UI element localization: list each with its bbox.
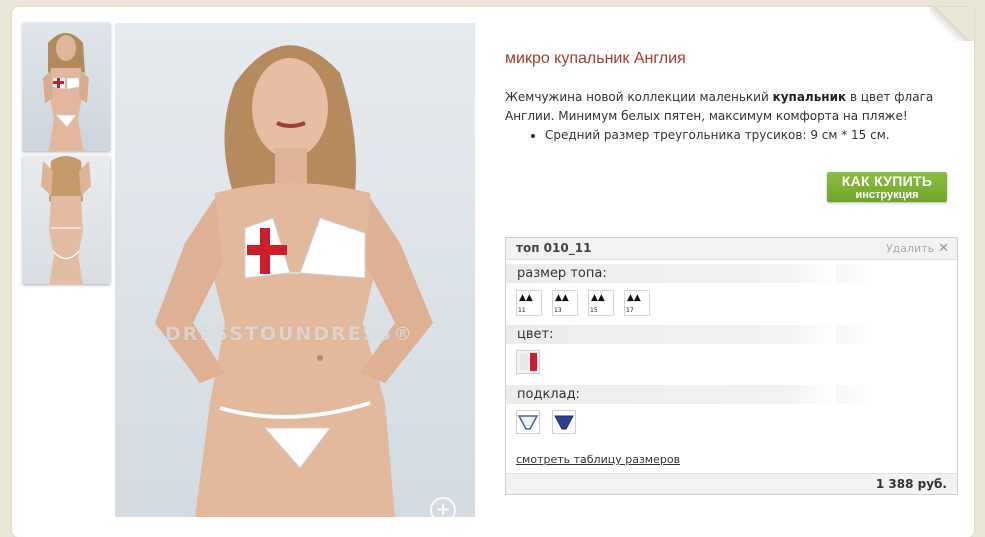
bra-triangle-icon: ▲▲ [519,293,533,303]
description-bold-word: купальник [772,90,847,104]
lining-section-label: подклад: [506,385,876,404]
product-options-panel: топ 010_11 Удалить ✕ размер топа: ▲▲ 11 ▲… [505,237,958,495]
description-bullet: Средний размер треугольника трусиков: 9 … [545,126,950,145]
thumbnail-front[interactable] [23,23,110,151]
bra-triangle-icon: ▲▲ [591,293,605,303]
how-to-buy-button[interactable]: КАК КУПИТЬ инструкция [827,172,947,202]
thumbnail-back-image [41,156,91,284]
how-to-buy-sublabel: инструкция [855,189,919,201]
zoom-plus-icon[interactable]: + [430,497,456,517]
how-to-buy-label: КАК КУПИТЬ [841,173,933,189]
options-header: топ 010_11 Удалить ✕ [506,238,957,260]
remove-label: Удалить [885,242,935,255]
lining-swatch-image [517,411,539,433]
main-product-photo[interactable]: DRESSTOUNDRESS® + [115,23,475,517]
thumbnail-back[interactable] [23,156,110,284]
lining-swatch-blue[interactable] [552,410,576,434]
size-number: 11 [518,307,526,314]
size-option-13[interactable]: ▲▲ 13 [552,290,578,316]
size-section-label: размер топа: [506,264,876,283]
color-swatch-image [517,351,539,373]
color-section-label: цвет: [506,325,876,344]
page-corner-fold [930,7,974,41]
lining-swatch-image [553,411,575,433]
size-option-11[interactable]: ▲▲ 11 [516,290,542,316]
size-option-17[interactable]: ▲▲ 17 [624,290,650,316]
photo-watermark: DRESSTOUNDRESS® [165,323,415,345]
product-title: микро купальник Англия [505,50,686,67]
size-option-15[interactable]: ▲▲ 15 [588,290,614,316]
price-bar: 1 388 руб. [506,473,957,494]
model-illustration [155,45,433,517]
close-icon: ✕ [938,241,949,256]
thumbnail-front-image [43,33,89,151]
size-table-link[interactable]: смотреть таблицу размеров [516,453,680,466]
product-description: Жемчужина новой коллекции маленький купа… [505,88,950,145]
lining-swatch-white[interactable] [516,410,540,434]
bra-triangle-icon: ▲▲ [555,293,569,303]
option-product-name: топ 010_11 [516,241,592,255]
remove-button[interactable]: Удалить ✕ [886,241,949,256]
price: 1 388 руб. [875,477,947,491]
description-text-pre: Жемчужина новой коллекции маленький [505,90,773,104]
size-number: 13 [554,307,562,314]
color-swatch-white-red[interactable] [516,350,540,374]
size-number: 15 [590,307,598,314]
size-number: 17 [626,307,634,314]
bra-triangle-icon: ▲▲ [627,293,641,303]
description-bullets: Средний размер треугольника трусиков: 9 … [505,126,950,145]
